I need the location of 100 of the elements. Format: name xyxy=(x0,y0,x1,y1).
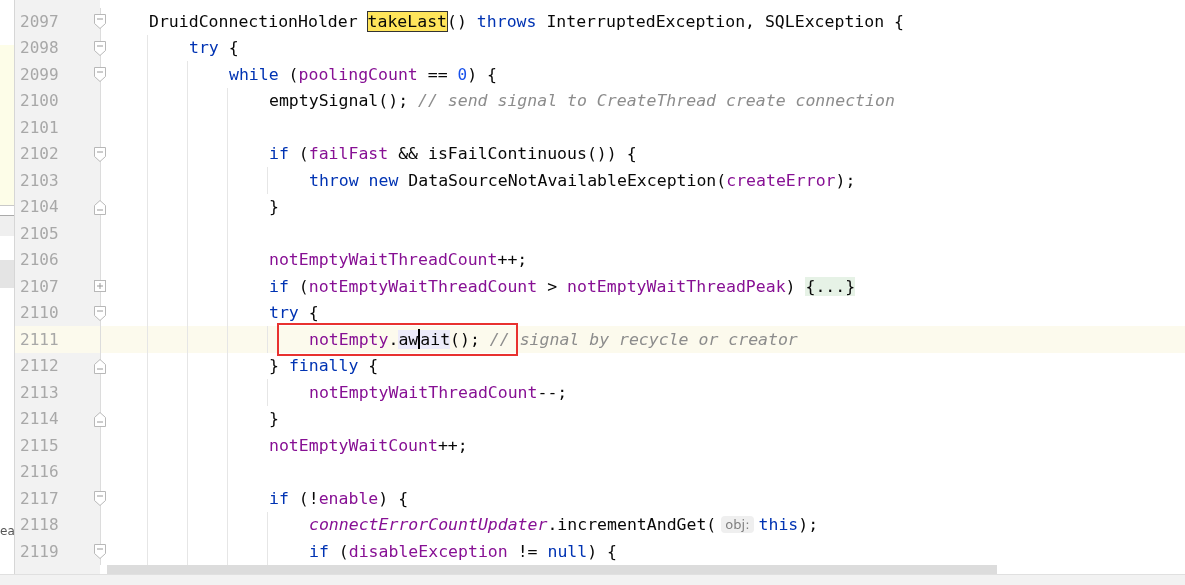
keyword: throw xyxy=(309,170,360,190)
identifier-highlight: aw xyxy=(398,329,419,349)
code-text: (! xyxy=(297,488,319,508)
code-text: ); xyxy=(835,170,856,190)
line-number: 2107 xyxy=(20,276,59,296)
code-text: --; xyxy=(537,382,568,402)
line-number: 2115 xyxy=(20,435,59,455)
fold-icon[interactable] xyxy=(94,67,106,82)
expand-icon[interactable] xyxy=(94,280,106,292)
code-text: } xyxy=(269,356,280,376)
code-text: ( xyxy=(287,64,299,84)
code-text: emptySignal(); xyxy=(269,91,410,111)
code-text: DruidConnectionHolder xyxy=(149,11,359,31)
keyword: while xyxy=(229,64,279,84)
code-text: { xyxy=(227,38,239,58)
code-comment: // signal by recycle or creator xyxy=(489,329,798,349)
line-number: 2099 xyxy=(20,64,59,84)
keyword: null xyxy=(547,541,588,561)
fold-icon[interactable] xyxy=(94,14,106,29)
code-text: ( xyxy=(297,144,309,164)
line-number: 2111 xyxy=(20,329,59,349)
line-number: 2105 xyxy=(20,223,59,243)
field-name: poolingCount xyxy=(298,64,418,84)
fold-icon[interactable] xyxy=(94,491,106,506)
fold-icon[interactable] xyxy=(94,411,106,427)
line-number: 2104 xyxy=(20,197,59,217)
fold-icon[interactable] xyxy=(94,199,106,215)
code-text: ) xyxy=(785,276,797,296)
field-name: failFast xyxy=(308,144,389,164)
fold-icon[interactable] xyxy=(94,358,106,374)
line-number: 2112 xyxy=(20,356,59,376)
fold-icon[interactable] xyxy=(94,544,106,559)
code-text: ) { xyxy=(378,488,409,508)
static-field: connectErrorCountUpdater xyxy=(309,515,548,535)
folded-block[interactable]: {...} xyxy=(805,276,856,296)
code-text: == xyxy=(426,64,449,84)
code-text: (); xyxy=(450,329,481,349)
field-name: createError xyxy=(726,170,836,190)
panel-scrollbar[interactable] xyxy=(0,260,14,288)
line-number: 2117 xyxy=(20,488,59,508)
code-text: > xyxy=(546,276,559,296)
code-text: ++; xyxy=(437,435,468,455)
code-text: () xyxy=(447,11,468,31)
field-name: notEmptyWaitThreadCount xyxy=(308,276,538,296)
field-name: enable xyxy=(318,488,379,508)
code-text: ) { xyxy=(467,64,497,84)
code-text: { xyxy=(367,356,379,376)
code-comment: // send signal to CreateThread create connection xyxy=(418,91,895,111)
code-text: ( xyxy=(337,541,349,561)
text-caret xyxy=(418,329,421,350)
fold-icon[interactable] xyxy=(94,146,106,162)
line-number: 2114 xyxy=(20,409,59,429)
line-number: 2106 xyxy=(20,250,59,270)
line-number: 2097 xyxy=(20,11,59,31)
field-name: notEmptyWaitThreadPeak xyxy=(567,276,786,296)
code-text: ( xyxy=(297,276,309,296)
keyword: try xyxy=(189,38,219,58)
line-number: 2103 xyxy=(20,170,59,190)
keyword: if xyxy=(309,541,329,561)
keyword: finally xyxy=(288,356,359,376)
code-text: && isFailContinuous()) { xyxy=(397,144,637,164)
keyword: if xyxy=(269,276,289,296)
code-text: .incrementAndGet( xyxy=(547,515,717,535)
field-name: notEmpty xyxy=(309,329,389,349)
line-number: 2113 xyxy=(20,382,59,402)
field-name: disableException xyxy=(348,541,508,561)
keyword: try xyxy=(269,303,299,323)
line-number: 2100 xyxy=(20,91,59,111)
horizontal-scrollbar[interactable] xyxy=(107,565,997,574)
code-text: . xyxy=(388,329,399,349)
field-name: notEmptyWaitThreadCount xyxy=(309,382,538,402)
line-number: 2101 xyxy=(20,117,59,137)
number-literal: 0 xyxy=(457,64,468,84)
keyword: this xyxy=(758,515,799,535)
line-number: 2119 xyxy=(20,541,59,561)
panel-label: ea xyxy=(0,524,15,538)
line-number: 2110 xyxy=(20,303,59,323)
parameter-hint: obj: xyxy=(721,516,754,534)
field-name: notEmptyWaitThreadCount xyxy=(269,250,498,270)
identifier-highlight: ait xyxy=(420,329,451,349)
code-text: InterruptedException, SQLException { xyxy=(545,11,904,31)
panel-tab[interactable] xyxy=(0,215,14,236)
code-text: ); xyxy=(798,515,819,535)
code-text: } xyxy=(269,409,279,429)
code-text: } xyxy=(269,197,279,217)
line-number: 2102 xyxy=(20,144,59,164)
fold-icon[interactable] xyxy=(94,40,106,56)
search-match: takeLast xyxy=(367,11,448,31)
keyword: if xyxy=(269,488,289,508)
code-text: ++; xyxy=(497,250,528,270)
line-number: 2118 xyxy=(20,515,59,535)
line-number: 2116 xyxy=(20,462,59,482)
code-text: ) { xyxy=(587,541,617,561)
line-number: 2098 xyxy=(20,38,59,58)
fold-icon[interactable] xyxy=(94,305,106,321)
keyword: if xyxy=(269,144,289,164)
field-name: notEmptyWaitCount xyxy=(269,435,438,455)
keyword: throws xyxy=(476,11,537,31)
code-text: DataSourceNotAvailableException( xyxy=(407,170,727,190)
code-text: { xyxy=(307,303,319,323)
